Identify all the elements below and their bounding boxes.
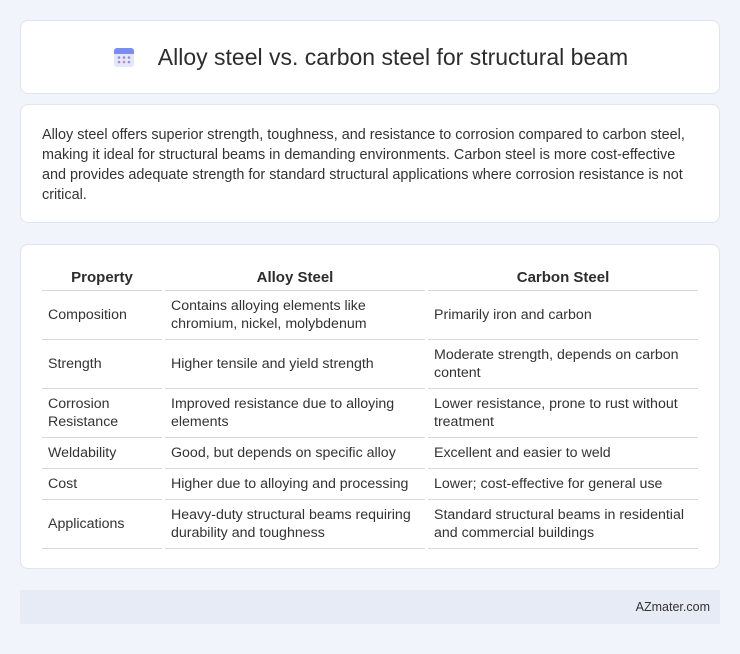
row-carbon-cell: Standard structural beams in residential… (428, 500, 698, 549)
row-property-cell: Strength (42, 340, 162, 389)
intro-card: Alloy steel offers superior strength, to… (20, 104, 720, 223)
intro-paragraph: Alloy steel offers superior strength, to… (42, 127, 685, 203)
header-carbon-steel: Carbon Steel (428, 265, 698, 291)
row-carbon-cell: Primarily iron and carbon (428, 291, 698, 340)
table-row: Corrosion Resistance Improved resistance… (42, 389, 698, 438)
row-alloy-cell: Improved resistance due to alloying elem… (165, 389, 425, 438)
table-row: Cost Higher due to alloying and processi… (42, 469, 698, 500)
row-property-cell: Applications (42, 500, 162, 549)
row-carbon-cell: Lower resistance, prone to rust without … (428, 389, 698, 438)
title-wrap: Alloy steel vs. carbon steel for structu… (112, 44, 628, 71)
page-title: Alloy steel vs. carbon steel for structu… (157, 43, 629, 70)
row-alloy-cell: Heavy-duty structural beams requiring du… (165, 500, 425, 549)
row-carbon-cell: Lower; cost-effective for general use (428, 469, 698, 500)
comparison-table: Property Alloy Steel Carbon Steel Compos… (39, 265, 701, 549)
table-row: Weldability Good, but depends on specifi… (42, 438, 698, 469)
row-alloy-cell: Contains alloying elements like chromium… (165, 291, 425, 340)
header-property: Property (42, 265, 162, 291)
calendar-icon (112, 45, 136, 69)
footer: AZmater.com (20, 590, 720, 624)
table-row: Composition Contains alloying elements l… (42, 291, 698, 340)
row-property-cell: Composition (42, 291, 162, 340)
row-property-cell: Corrosion Resistance (42, 389, 162, 438)
row-alloy-cell: Higher due to alloying and processing (165, 469, 425, 500)
header-alloy-steel: Alloy Steel (165, 265, 425, 291)
row-carbon-cell: Excellent and easier to weld (428, 438, 698, 469)
comparison-card: Property Alloy Steel Carbon Steel Compos… (20, 244, 720, 569)
table-header-row: Property Alloy Steel Carbon Steel (42, 265, 698, 291)
row-property-cell: Weldability (42, 438, 162, 469)
table-row: Strength Higher tensile and yield streng… (42, 340, 698, 389)
table-row: Applications Heavy-duty structural beams… (42, 500, 698, 549)
footer-brand: AZmater.com (635, 600, 710, 614)
row-carbon-cell: Moderate strength, depends on carbon con… (428, 340, 698, 389)
row-alloy-cell: Good, but depends on specific alloy (165, 438, 425, 469)
row-alloy-cell: Higher tensile and yield strength (165, 340, 425, 389)
title-card: Alloy steel vs. carbon steel for structu… (20, 20, 720, 94)
row-property-cell: Cost (42, 469, 162, 500)
